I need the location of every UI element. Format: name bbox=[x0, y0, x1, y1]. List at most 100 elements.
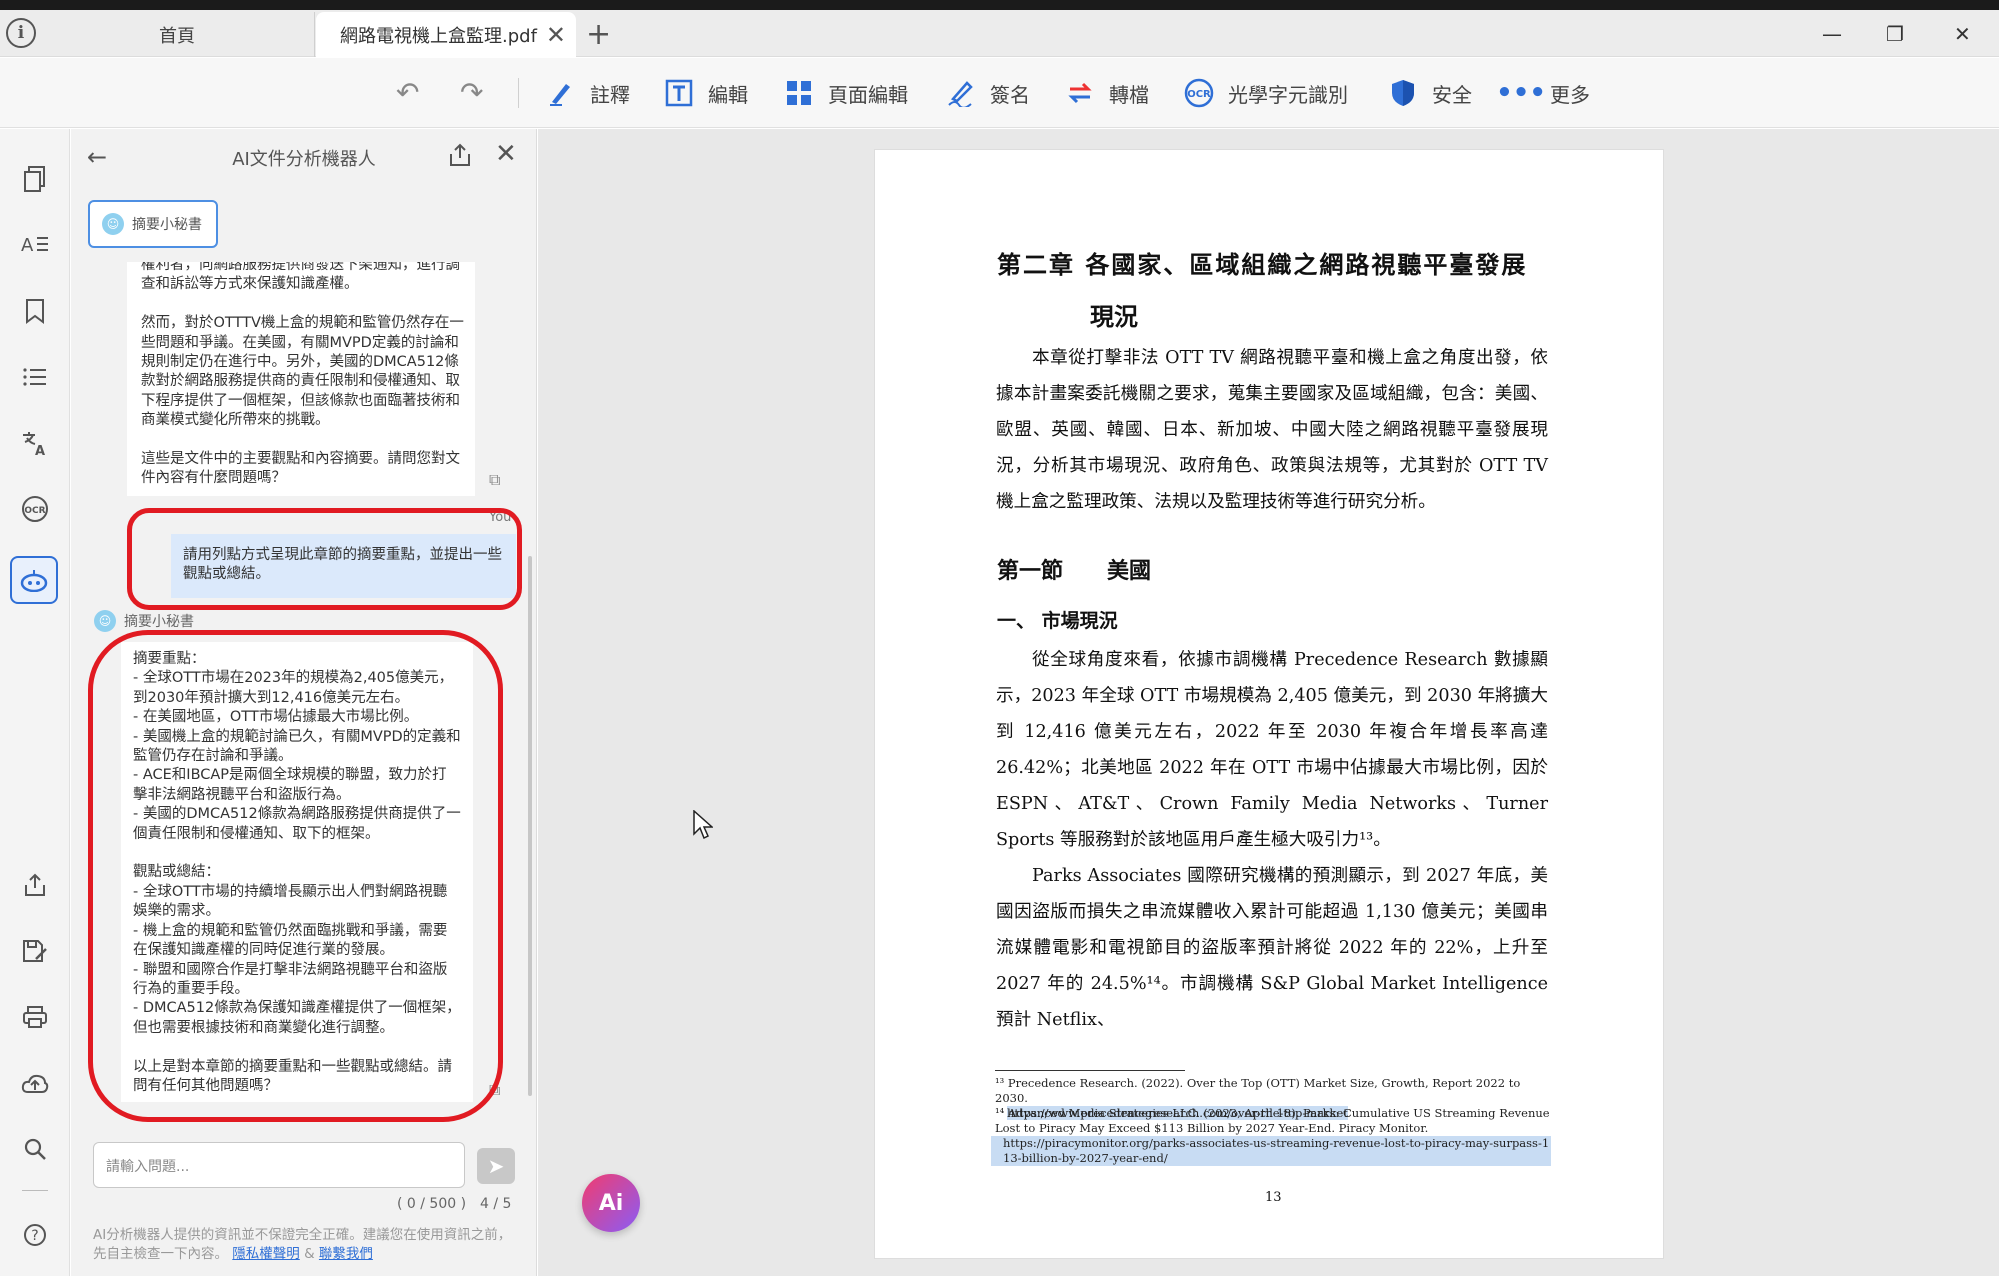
bot-avatar-icon: ☺ bbox=[102, 213, 124, 235]
outline-list-icon[interactable] bbox=[17, 359, 53, 395]
more-button[interactable]: ••• 更多 bbox=[1496, 74, 1590, 112]
tab-home-label: 首頁 bbox=[159, 25, 195, 47]
undo-icon[interactable]: ↶ bbox=[396, 76, 419, 109]
ai-assistant-button[interactable]: Ai bbox=[582, 1174, 640, 1232]
chapter-title: 第二章 各國家、區域組織之網路視聽平臺發展 bbox=[997, 250, 1528, 279]
toolbar-divider bbox=[518, 78, 519, 108]
footnote-14: ¹⁴ Advanced Media Strategies LLC. (2023,… bbox=[991, 1106, 1551, 1166]
signature-icon bbox=[946, 78, 976, 108]
search-icon[interactable] bbox=[17, 1131, 53, 1167]
ocr-rail-icon[interactable]: OCR bbox=[17, 491, 53, 527]
char-counter: ( 0 / 500 ) bbox=[397, 1196, 467, 1212]
bot-message-1: 權利者，向網路服務提供商發送下架通知，進行調查和訴訟等方式來保護知識產權。 然而… bbox=[127, 262, 475, 496]
restore-button[interactable]: ❐ bbox=[1886, 22, 1904, 46]
page-edit-label: 頁面編輯 bbox=[828, 82, 908, 107]
svg-text:OCR: OCR bbox=[1187, 89, 1211, 100]
help-icon[interactable]: ? bbox=[17, 1217, 53, 1253]
convert-icon bbox=[1065, 78, 1095, 108]
send-button[interactable]: ➤ bbox=[477, 1148, 515, 1184]
chat-scrollbar[interactable] bbox=[528, 556, 532, 1096]
svg-text:A: A bbox=[35, 444, 45, 456]
tab-document-label: 網路電視機上盒監理.pdf bbox=[340, 25, 537, 47]
svg-text:?: ? bbox=[31, 1228, 38, 1244]
left-sidebar: A A OCR ? bbox=[0, 129, 70, 1276]
paragraph-1: 本章從打擊非法 OTT TV 網路視聽平臺和機上盒之角度出發，依據本計畫案委託機… bbox=[996, 348, 1548, 512]
close-window-button[interactable]: ✕ bbox=[1954, 22, 1971, 46]
cloud-upload-icon[interactable] bbox=[17, 1065, 53, 1101]
pages-icon[interactable] bbox=[17, 161, 53, 197]
question-input[interactable]: 請輸入問題... bbox=[93, 1142, 465, 1188]
ai-robot-icon[interactable] bbox=[10, 556, 58, 604]
more-label: 更多 bbox=[1550, 82, 1590, 107]
page-number: 13 bbox=[1265, 1190, 1282, 1205]
svg-text:OCR: OCR bbox=[24, 506, 45, 516]
footnote-14-text: ¹⁴ Advanced Media Strategies LLC. (2023,… bbox=[995, 1106, 1550, 1135]
text-edit-icon bbox=[664, 78, 694, 108]
security-button[interactable]: 安全 bbox=[1388, 74, 1472, 112]
share-icon[interactable] bbox=[17, 867, 53, 903]
bot-chip-label: 摘要小秘書 bbox=[132, 217, 202, 233]
bookmark-icon[interactable] bbox=[17, 293, 53, 329]
bot-name-label: 摘要小秘書 bbox=[124, 614, 194, 630]
ocr-button[interactable]: OCR 光學字元識別 bbox=[1184, 74, 1348, 112]
convert-label: 轉檔 bbox=[1109, 82, 1149, 107]
close-panel-icon[interactable]: ✕ bbox=[495, 139, 517, 169]
copy-icon[interactable]: ⧉ bbox=[489, 470, 500, 490]
translate-icon[interactable]: A bbox=[17, 425, 53, 461]
sign-button[interactable]: 簽名 bbox=[946, 74, 1030, 112]
save-as-icon[interactable] bbox=[17, 933, 53, 969]
new-tab-icon[interactable]: + bbox=[586, 20, 611, 50]
tab-document[interactable]: 網路電視機上盒監理.pdf ✕ bbox=[316, 12, 576, 57]
contact-link[interactable]: 聯繫我們 bbox=[319, 1246, 373, 1262]
page-edit-button[interactable]: 頁面編輯 bbox=[784, 74, 908, 112]
footnote-13-text: ¹³ Precedence Research. (2022). Over the… bbox=[995, 1076, 1521, 1105]
send-icon: ➤ bbox=[487, 1154, 505, 1178]
edit-button[interactable]: 編輯 bbox=[664, 74, 748, 112]
sign-label: 簽名 bbox=[990, 82, 1030, 107]
footnote-14-link[interactable]: https://piracymonitor.org/parks-associat… bbox=[991, 1136, 1551, 1166]
pdf-viewer[interactable]: 第二章 各國家、區域組織之網路視聽平臺發展 現況 本章從打擊非法 OTT TV … bbox=[538, 129, 1999, 1276]
redo-icon[interactable]: ↷ bbox=[460, 76, 483, 109]
text-format-icon[interactable]: A bbox=[17, 226, 53, 262]
bot-selector-chip[interactable]: ☺ 摘要小秘書 bbox=[88, 200, 218, 248]
convert-button[interactable]: 轉檔 bbox=[1065, 74, 1149, 112]
tab-strip: i 首頁 網路電視機上盒監理.pdf ✕ + — ❐ ✕ bbox=[0, 10, 1999, 57]
disclaimer: AI分析機器人提供的資訊並不保證完全正確。建議您在使用資訊之前，先自主檢查一下內… bbox=[93, 1226, 513, 1264]
edit-label: 編輯 bbox=[708, 82, 748, 107]
svg-text:A: A bbox=[21, 235, 34, 255]
export-icon[interactable] bbox=[449, 143, 471, 171]
paragraph-2: 從全球角度來看，依據市調機構 Precedence Research 數據顯示，… bbox=[996, 650, 1548, 850]
footnote-divider bbox=[995, 1070, 1185, 1071]
annotate-button[interactable]: 註釋 bbox=[546, 74, 630, 112]
bot-avatar-icon: ☺ bbox=[94, 610, 116, 632]
shield-icon bbox=[1388, 78, 1418, 108]
amp-text: & bbox=[304, 1246, 315, 1262]
rail-divider bbox=[22, 1190, 48, 1191]
bot-message-header: ☺ 摘要小秘書 bbox=[94, 610, 194, 632]
pen-icon bbox=[546, 78, 576, 108]
more-dots-icon: ••• bbox=[1496, 78, 1546, 108]
annotate-label: 註釋 bbox=[590, 82, 630, 107]
bot-message-1-text: 權利者，向網路服務提供商發送下架通知，進行調查和訴訟等方式來保護知識產權。 然而… bbox=[141, 262, 464, 487]
usage-pager: 4 / 5 bbox=[480, 1196, 512, 1212]
mouse-cursor-icon bbox=[693, 809, 714, 844]
grid-icon bbox=[784, 78, 814, 108]
title-bar bbox=[0, 0, 1999, 10]
tab-home[interactable]: 首頁 bbox=[40, 12, 315, 57]
highlight-circle-user bbox=[127, 508, 522, 610]
disclaimer-text: AI分析機器人提供的資訊並不保證完全正確。建議您在使用資訊之前，先自主檢查一下內… bbox=[93, 1227, 512, 1262]
security-label: 安全 bbox=[1432, 82, 1472, 107]
section-title: 第一節 美國 bbox=[997, 558, 1152, 584]
print-icon[interactable] bbox=[17, 999, 53, 1035]
pdf-page: 第二章 各國家、區域組織之網路視聽平臺發展 現況 本章從打擊非法 OTT TV … bbox=[874, 149, 1664, 1259]
paragraph-3: Parks Associates 國際研究機構的預測顯示，到 2027 年底，美… bbox=[996, 866, 1548, 1030]
main-toolbar: ↶ ↷ 註釋 編輯 頁面編輯 簽名 轉檔 OCR 光學字元識別 安全 ••• 更… bbox=[0, 58, 1999, 128]
privacy-link[interactable]: 隱私權聲明 bbox=[232, 1246, 300, 1262]
highlight-circle-bot bbox=[88, 630, 503, 1122]
info-icon[interactable]: i bbox=[6, 18, 36, 48]
subsection-title: 一、 市場現況 bbox=[997, 610, 1118, 632]
chapter-title-cont: 現況 bbox=[1090, 302, 1138, 331]
minimize-button[interactable]: — bbox=[1822, 22, 1842, 46]
close-tab-icon[interactable]: ✕ bbox=[546, 21, 566, 49]
ocr-icon: OCR bbox=[1184, 78, 1214, 108]
